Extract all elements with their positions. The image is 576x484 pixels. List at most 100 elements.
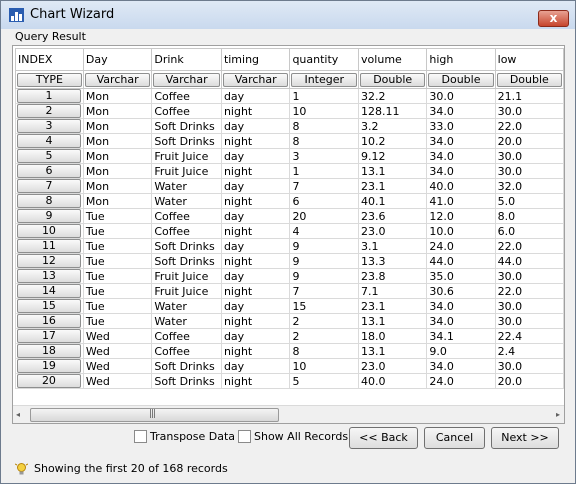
row-index-button[interactable]: 13 bbox=[17, 269, 81, 283]
table-cell: 10.0 bbox=[426, 223, 496, 239]
table-cell: 13.3 bbox=[358, 253, 428, 269]
transpose-data-label: Transpose Data bbox=[150, 430, 236, 443]
table-row[interactable]: 12 Tue Soft Drinks night 9 13.3 44.0 44.0 bbox=[15, 253, 564, 269]
table-row[interactable]: 6 Mon Fruit Juice night 1 13.1 34.0 30.0 bbox=[15, 163, 564, 179]
table-row[interactable]: 9 Tue Coffee day 20 23.6 12.0 8.0 bbox=[15, 208, 564, 224]
table-cell: 41.0 bbox=[426, 193, 496, 209]
column-header[interactable]: quantity bbox=[289, 48, 360, 71]
column-header[interactable]: timing bbox=[220, 48, 291, 71]
table-row[interactable]: 14 Tue Fruit Juice night 7 7.1 30.6 22.0 bbox=[15, 283, 564, 299]
table-row[interactable]: 3 Mon Soft Drinks day 8 3.2 33.0 22.0 bbox=[15, 118, 564, 134]
row-index-button[interactable]: 7 bbox=[17, 179, 81, 193]
type-cell: Varchar bbox=[151, 70, 222, 89]
table-row[interactable]: 13 Tue Fruit Juice day 9 23.8 35.0 30.0 bbox=[15, 268, 564, 284]
table-row[interactable]: 8 Mon Water night 6 40.1 41.0 5.0 bbox=[15, 193, 564, 209]
table-cell: 3.2 bbox=[358, 118, 428, 134]
table-cell: Wed bbox=[82, 373, 153, 389]
row-index-button[interactable]: 10 bbox=[17, 224, 81, 238]
column-header[interactable]: high bbox=[426, 48, 496, 71]
transpose-data-checkbox[interactable] bbox=[134, 430, 147, 443]
close-button[interactable]: x bbox=[538, 10, 569, 27]
scroll-thumb[interactable]: ||| bbox=[30, 408, 279, 422]
table-cell: 34.0 bbox=[426, 163, 496, 179]
column-type-button[interactable]: TYPE bbox=[17, 72, 82, 87]
table-cell: Tue bbox=[82, 298, 153, 314]
column-type-button[interactable]: Varchar bbox=[222, 72, 289, 87]
table-cell: 13.1 bbox=[358, 163, 428, 179]
table-row[interactable]: 10 Tue Coffee night 4 23.0 10.0 6.0 bbox=[15, 223, 564, 239]
row-index-cell: 11 bbox=[15, 238, 84, 254]
table-row[interactable]: 19 Wed Soft Drinks day 10 23.0 34.0 30.0 bbox=[15, 358, 564, 374]
show-all-records-checkbox[interactable] bbox=[238, 430, 251, 443]
table-cell: 8.0 bbox=[494, 208, 564, 224]
row-index-button[interactable]: 4 bbox=[17, 134, 81, 148]
row-index-button[interactable]: 1 bbox=[17, 89, 81, 103]
back-button[interactable]: << Back bbox=[349, 427, 418, 449]
table-cell: 5.0 bbox=[494, 193, 564, 209]
row-index-button[interactable]: 18 bbox=[17, 344, 81, 358]
table-row[interactable]: 16 Tue Water night 2 13.1 34.0 30.0 bbox=[15, 313, 564, 329]
row-index-button[interactable]: 8 bbox=[17, 194, 81, 208]
table-row[interactable]: 11 Tue Soft Drinks day 9 3.1 24.0 22.0 bbox=[15, 238, 564, 254]
table-cell: 3.1 bbox=[358, 238, 428, 254]
row-index-cell: 19 bbox=[15, 358, 84, 374]
table-cell: night bbox=[220, 193, 291, 209]
column-type-button[interactable]: Varchar bbox=[153, 72, 220, 87]
table-row[interactable]: 5 Mon Fruit Juice day 3 9.12 34.0 30.0 bbox=[15, 148, 564, 164]
row-index-button[interactable]: 19 bbox=[17, 359, 81, 373]
column-header[interactable]: Drink bbox=[151, 48, 222, 71]
table-row[interactable]: 1 Mon Coffee day 1 32.2 30.0 21.1 bbox=[15, 88, 564, 104]
result-table: INDEX Day Drink timing quantity volume high low… bbox=[15, 48, 564, 389]
table-row[interactable]: 18 Wed Coffee night 8 13.1 9.0 2.4 bbox=[15, 343, 564, 359]
table-row[interactable]: 17 Wed Coffee day 2 18.0 34.1 22.4 bbox=[15, 328, 564, 344]
row-index-button[interactable]: 15 bbox=[17, 299, 81, 313]
cancel-button[interactable]: Cancel bbox=[424, 427, 485, 449]
row-index-cell: 9 bbox=[15, 208, 84, 224]
table-cell: night bbox=[220, 343, 291, 359]
horizontal-scrollbar[interactable]: ◂ ||| ▸ bbox=[13, 405, 564, 423]
close-icon: x bbox=[549, 11, 558, 25]
row-index-button[interactable]: 12 bbox=[17, 254, 81, 268]
column-type-button[interactable]: Integer bbox=[291, 72, 358, 87]
row-index-cell: 12 bbox=[15, 253, 84, 269]
table-cell: Fruit Juice bbox=[151, 148, 222, 164]
row-index-button[interactable]: 3 bbox=[17, 119, 81, 133]
row-index-cell: 1 bbox=[15, 88, 84, 104]
row-index-button[interactable]: 16 bbox=[17, 314, 81, 328]
column-type-button[interactable]: Double bbox=[428, 72, 494, 87]
query-result-grid[interactable]: INDEX Day Drink timing quantity volume high low… bbox=[12, 45, 565, 424]
row-index-button[interactable]: 9 bbox=[17, 209, 81, 223]
row-index-button[interactable]: 17 bbox=[17, 329, 81, 343]
table-row[interactable]: 20 Wed Soft Drinks night 5 40.0 24.0 20.0 bbox=[15, 373, 564, 389]
row-index-cell: 3 bbox=[15, 118, 84, 134]
table-row[interactable]: 2 Mon Coffee night 10 128.11 34.0 30.0 bbox=[15, 103, 564, 119]
row-index-cell: 2 bbox=[15, 103, 84, 119]
column-header[interactable]: Day bbox=[82, 48, 153, 71]
table-cell: Mon bbox=[82, 148, 153, 164]
row-index-button[interactable]: 6 bbox=[17, 164, 81, 178]
scroll-left-icon[interactable]: ◂ bbox=[16, 410, 20, 419]
table-row[interactable]: 4 Mon Soft Drinks night 8 10.2 34.0 20.0 bbox=[15, 133, 564, 149]
table-cell: Mon bbox=[82, 103, 153, 119]
table-cell: 7 bbox=[289, 283, 360, 299]
title-bar[interactable]: Chart Wizard x bbox=[1, 1, 575, 29]
column-type-button[interactable]: Varchar bbox=[84, 72, 151, 87]
next-button[interactable]: Next >> bbox=[491, 427, 559, 449]
type-cell: Double bbox=[426, 70, 496, 89]
column-header[interactable]: low bbox=[494, 48, 564, 71]
row-index-button[interactable]: 14 bbox=[17, 284, 81, 298]
row-index-cell: 7 bbox=[15, 178, 84, 194]
column-header[interactable]: INDEX bbox=[15, 48, 84, 71]
column-type-button[interactable]: Double bbox=[360, 72, 426, 87]
column-header[interactable]: volume bbox=[358, 48, 428, 71]
table-row[interactable]: 7 Mon Water day 7 23.1 40.0 32.0 bbox=[15, 178, 564, 194]
row-index-button[interactable]: 2 bbox=[17, 104, 81, 118]
table-cell: Mon bbox=[82, 88, 153, 104]
row-index-button[interactable]: 11 bbox=[17, 239, 81, 253]
scroll-right-icon[interactable]: ▸ bbox=[556, 410, 560, 419]
table-row[interactable]: 15 Tue Water day 15 23.1 34.0 30.0 bbox=[15, 298, 564, 314]
row-index-button[interactable]: 5 bbox=[17, 149, 81, 163]
column-type-button[interactable]: Double bbox=[496, 72, 562, 87]
row-index-button[interactable]: 20 bbox=[17, 374, 81, 388]
table-cell: 23.0 bbox=[358, 358, 428, 374]
